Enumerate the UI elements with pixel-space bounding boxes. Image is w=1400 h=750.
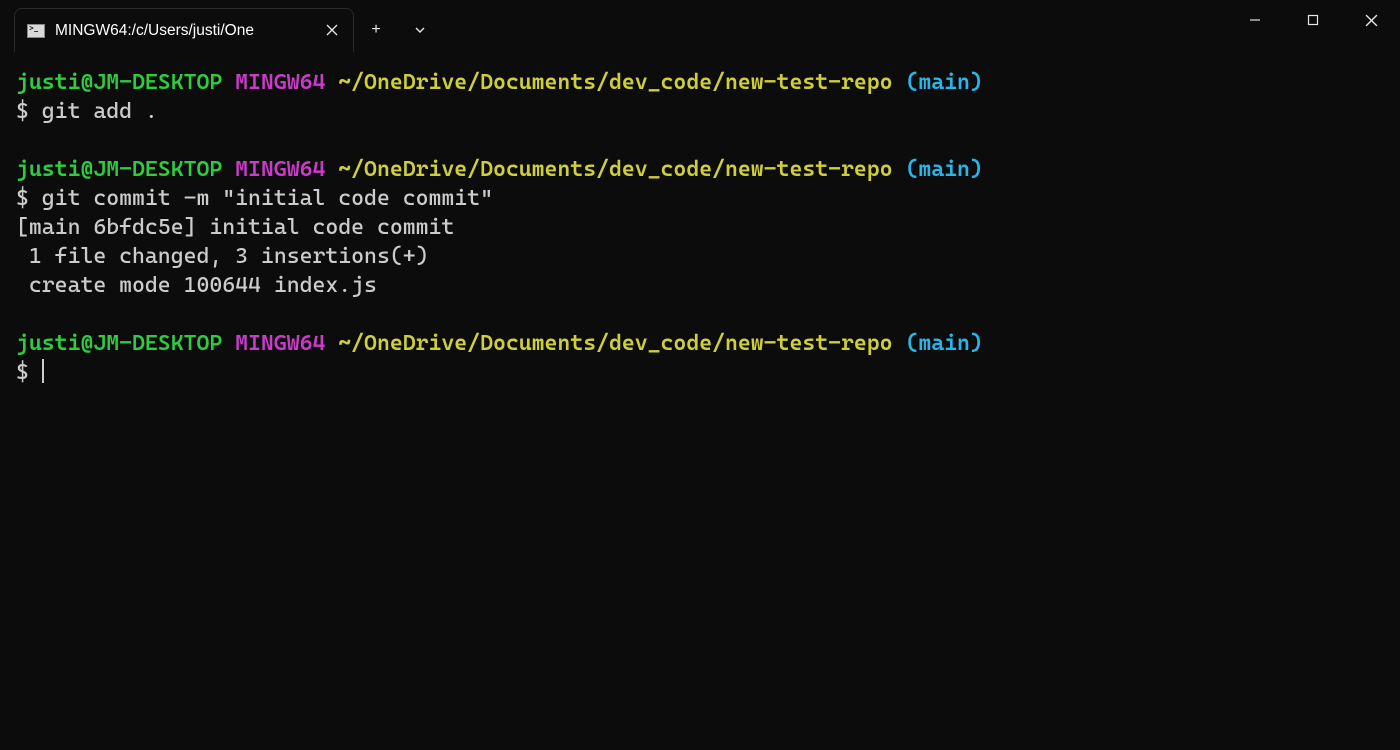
terminal-icon: >_: [27, 24, 45, 38]
cursor: [42, 359, 44, 383]
new-tab-button[interactable]: +: [354, 8, 398, 52]
command-text: [29, 360, 42, 385]
tab-dropdown-button[interactable]: [398, 8, 442, 52]
close-window-button[interactable]: [1342, 0, 1400, 40]
command-line: $ git add .: [16, 97, 1384, 126]
prompt-path: ~/OneDrive/Documents/dev_code/new-test-r…: [338, 331, 892, 356]
prompt-user-host: justi@JM-DESKTOP: [16, 70, 222, 95]
title-bar: >_ MINGW64:/c/Users/justi/One +: [0, 0, 1400, 56]
prompt-branch: (main): [905, 157, 982, 182]
prompt-branch: (main): [905, 331, 982, 356]
maximize-button[interactable]: [1284, 0, 1342, 40]
prompt-line: justi@JM-DESKTOP MINGW64 ~/OneDrive/Docu…: [16, 155, 1384, 184]
tab-title: MINGW64:/c/Users/justi/One: [55, 22, 313, 40]
prompt-path: ~/OneDrive/Documents/dev_code/new-test-r…: [338, 70, 892, 95]
tab-action-group: +: [354, 8, 442, 52]
close-icon: [1365, 14, 1378, 27]
output-line: [main 6bfdc5e] initial code commit: [16, 213, 1384, 242]
minimize-icon: [1249, 14, 1261, 26]
maximize-icon: [1307, 14, 1319, 26]
blank-line: [16, 126, 1384, 155]
close-tab-button[interactable]: [323, 23, 341, 39]
prompt-shell: MINGW64: [235, 331, 325, 356]
terminal-viewport[interactable]: justi@JM-DESKTOP MINGW64 ~/OneDrive/Docu…: [0, 56, 1400, 750]
close-icon: [326, 24, 338, 36]
prompt-branch: (main): [905, 70, 982, 95]
minimize-button[interactable]: [1226, 0, 1284, 40]
prompt-user-host: justi@JM-DESKTOP: [16, 157, 222, 182]
window-controls: [1226, 0, 1400, 40]
output-line: 1 file changed, 3 insertions(+): [16, 242, 1384, 271]
command-line: $: [16, 358, 1384, 387]
prompt-line: justi@JM-DESKTOP MINGW64 ~/OneDrive/Docu…: [16, 68, 1384, 97]
chevron-down-icon: [414, 24, 426, 36]
prompt-user-host: justi@JM-DESKTOP: [16, 331, 222, 356]
tab-active[interactable]: >_ MINGW64:/c/Users/justi/One: [14, 8, 354, 52]
prompt-shell: MINGW64: [235, 157, 325, 182]
prompt-path: ~/OneDrive/Documents/dev_code/new-test-r…: [338, 157, 892, 182]
prompt-shell: MINGW64: [235, 70, 325, 95]
blank-line: [16, 300, 1384, 329]
command-line: $ git commit -m "initial code commit": [16, 184, 1384, 213]
output-line: create mode 100644 index.js: [16, 271, 1384, 300]
prompt-line: justi@JM-DESKTOP MINGW64 ~/OneDrive/Docu…: [16, 329, 1384, 358]
command-text: git commit -m "initial code commit": [29, 186, 493, 211]
command-text: git add .: [29, 99, 158, 124]
